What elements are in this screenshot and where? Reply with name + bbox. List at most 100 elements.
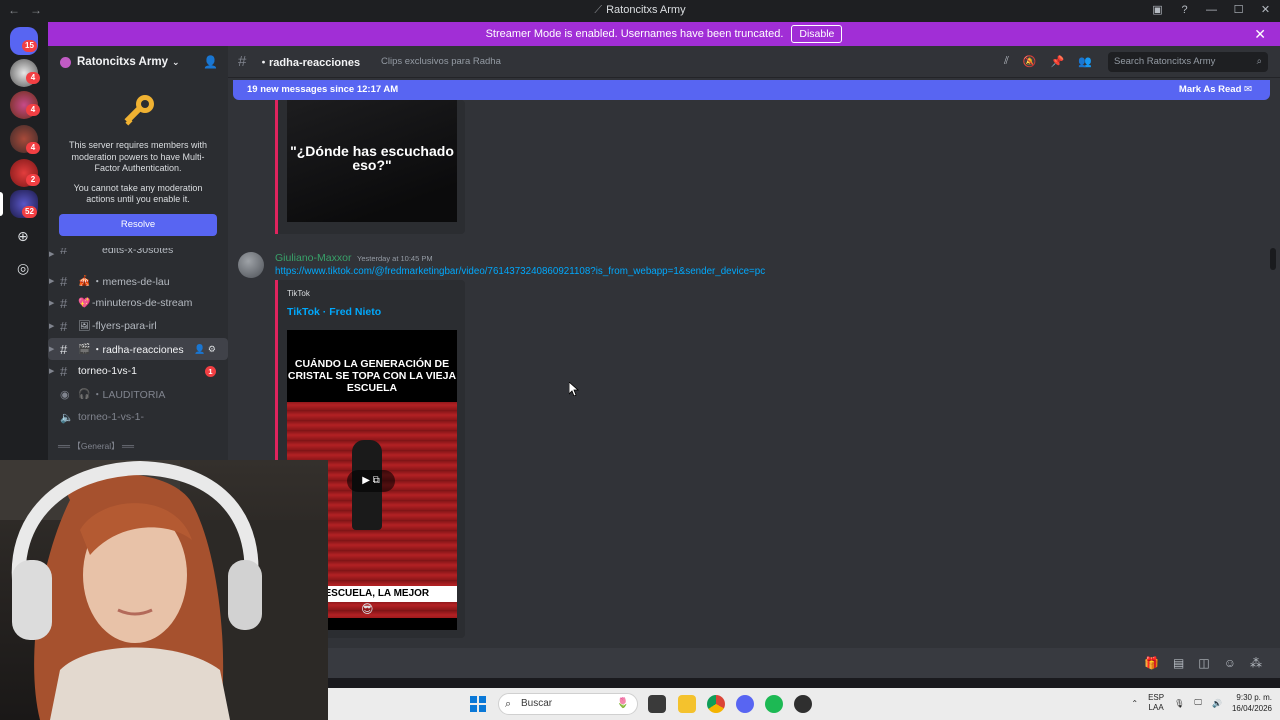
message-composer[interactable]: 🎁 ▤ ◫ ☺ ⁂ bbox=[228, 648, 1280, 678]
avatar[interactable] bbox=[238, 252, 264, 278]
apps-icon[interactable]: ⁂ bbox=[1250, 656, 1262, 670]
sticker-icon[interactable]: ◫ bbox=[1198, 656, 1209, 670]
network-icon[interactable]: 🖵 bbox=[1194, 698, 1202, 708]
notification-bell-icon[interactable]: 🔕 bbox=[1023, 55, 1037, 68]
chevron-down-icon: ⌄ bbox=[171, 56, 180, 67]
hash-icon: # bbox=[60, 295, 68, 311]
search-icon: ⌕ bbox=[1256, 56, 1262, 67]
server-header[interactable]: Ratoncitxs Army ⌄ 👤 bbox=[48, 46, 228, 78]
channel-header: # ・radha-reacciones Clips exclusivos par… bbox=[228, 46, 1280, 78]
channel-item[interactable]: ▶ # 🖼 -flyers-para-irl bbox=[48, 315, 228, 337]
maximize-icon[interactable]: ☐ bbox=[1232, 3, 1245, 16]
embed-image[interactable]: "¿Dónde has escuchado eso?" bbox=[287, 100, 457, 222]
mention-badge: 1 bbox=[205, 365, 216, 377]
chevron-up-icon[interactable]: ⌃ bbox=[1131, 699, 1138, 708]
chevron-right-icon: ▶ bbox=[49, 323, 55, 330]
embed-title[interactable]: TikTok · Fred Nieto bbox=[287, 306, 381, 318]
obs-icon[interactable] bbox=[794, 695, 812, 713]
title-bar: ← → ⟋ Ratoncitxs Army ▣ ? — ☐ ✕ bbox=[0, 0, 1280, 22]
chevron-right-icon: ▶ bbox=[49, 300, 55, 307]
speaker-icon: 🔈 bbox=[60, 411, 74, 424]
discover-icon[interactable]: ◎ bbox=[17, 260, 29, 277]
server-badge: 4 bbox=[26, 142, 40, 154]
hash-icon: # bbox=[60, 273, 68, 289]
help-icon[interactable]: ? bbox=[1178, 3, 1191, 16]
disable-button[interactable]: Disable bbox=[791, 25, 843, 43]
minimize-icon[interactable]: — bbox=[1205, 3, 1218, 16]
channel-item[interactable]: ▶ # edits-x-30sotes bbox=[48, 248, 228, 260]
channel-topic[interactable]: Clips exclusivos para Radha bbox=[381, 56, 501, 67]
embed-provider: TikTok bbox=[287, 289, 310, 298]
hash-icon: # bbox=[60, 363, 68, 379]
server-badge: 2 bbox=[26, 174, 40, 186]
search-input[interactable]: Search Ratoncitxs Army ⌕ bbox=[1108, 52, 1268, 72]
threads-icon[interactable]: ⫽ bbox=[1004, 55, 1009, 68]
mark-as-read-button[interactable]: Mark As Read ✉ bbox=[1179, 84, 1252, 95]
chrome-icon[interactable] bbox=[707, 695, 725, 713]
server-name: Ratoncitxs Army bbox=[77, 56, 168, 68]
channel-name: ・radha-reacciones bbox=[258, 56, 361, 69]
task-view-icon[interactable] bbox=[648, 695, 666, 713]
mouse-cursor-icon bbox=[569, 382, 579, 396]
channel-item[interactable]: ▶ # torneo-1vs-1 1 bbox=[48, 360, 228, 382]
hash-icon: # bbox=[238, 53, 247, 70]
play-button[interactable]: ▶ ⧉ bbox=[347, 470, 395, 492]
gift-icon[interactable]: 🎁 bbox=[1144, 656, 1159, 670]
previous-embed: "¿Dónde has escuchado eso?" bbox=[275, 100, 465, 234]
server-badge: 52 bbox=[22, 206, 37, 218]
chevron-right-icon: ▶ bbox=[49, 251, 55, 258]
channel-item[interactable]: ▶ # 🎪 ・memes-de-lau bbox=[48, 270, 228, 292]
search-icon: ⌕ bbox=[505, 698, 512, 710]
key-icon bbox=[124, 95, 154, 126]
chevron-right-icon: ▶ bbox=[49, 368, 55, 375]
discord-icon[interactable] bbox=[736, 695, 754, 713]
stage-channel-item[interactable]: ◉ 🎧 ・LAUDITORIA bbox=[48, 383, 228, 405]
file-explorer-icon[interactable] bbox=[678, 695, 696, 713]
windows-taskbar: ⌕ Buscar 🌷 ⌃ ESP LAA 🎙 🖵 🔊 9:30 p. m. 16/0… bbox=[328, 688, 1280, 720]
message-list: 19 new messages since 12:17 AM Mark As R… bbox=[228, 78, 1280, 660]
emoji-icon[interactable]: ☺ bbox=[1224, 656, 1236, 670]
close-window-icon[interactable]: ✕ bbox=[1259, 3, 1272, 16]
resolve-button[interactable]: Resolve bbox=[59, 213, 217, 236]
category-header[interactable]: ══ 【General】 ══ bbox=[58, 440, 134, 452]
mfa-notice: This server requires members with modera… bbox=[48, 78, 228, 256]
sunglasses-emoji: 😎 bbox=[361, 602, 374, 616]
inbox-icon[interactable]: ▣ bbox=[1151, 3, 1164, 16]
active-server-pill bbox=[0, 192, 3, 216]
streamer-mode-banner: Streamer Mode is enabled. Usernames have… bbox=[48, 22, 1280, 46]
volume-icon[interactable]: 🔊 bbox=[1212, 699, 1222, 708]
picture-emoji: 🖼 bbox=[78, 320, 91, 332]
message-link[interactable]: https://www.tiktok.com/@fredmarketingbar… bbox=[275, 266, 765, 277]
channel-settings-icon[interactable]: 👤 ⚙ bbox=[194, 344, 216, 355]
channel-item-active[interactable]: ▶ # 🎬 ・radha-reacciones 👤 ⚙ bbox=[48, 338, 228, 360]
mfa-warning: You cannot take any moderation actions u… bbox=[73, 182, 203, 205]
channel-item[interactable]: ▶ # 💖 -minuteros-de-stream bbox=[48, 292, 228, 314]
tulips-icon: 🌷 bbox=[616, 698, 629, 709]
taskbar-search-input[interactable]: ⌕ Buscar 🌷 bbox=[498, 693, 638, 715]
add-server-icon[interactable]: ⊕ bbox=[17, 228, 29, 245]
streamer-webcam-image bbox=[0, 460, 328, 720]
message-author[interactable]: Giuliano-Maxxor bbox=[275, 252, 351, 264]
spotify-icon[interactable] bbox=[765, 695, 783, 713]
start-icon[interactable] bbox=[470, 696, 486, 712]
thumbnail-headline: CUÁNDO LA GENERACIÓN DE CRISTAL SE TOPA … bbox=[287, 330, 457, 402]
member-list-icon[interactable]: 👥 bbox=[1078, 55, 1092, 68]
new-messages-bar[interactable]: 19 new messages since 12:17 AM Mark As R… bbox=[233, 80, 1270, 100]
scrollbar[interactable] bbox=[1270, 248, 1276, 270]
language-indicator[interactable]: ESP LAA bbox=[1148, 693, 1164, 713]
webcam-overlay bbox=[0, 460, 328, 720]
mfa-description: This server requires members with modera… bbox=[68, 140, 208, 173]
voice-channel-item[interactable]: 🔈 torneo-1-vs-1- bbox=[48, 406, 228, 428]
gif-icon[interactable]: ▤ bbox=[1173, 656, 1184, 670]
stage-icon: ◉ bbox=[60, 388, 70, 401]
close-icon[interactable]: ✕ bbox=[1254, 26, 1266, 43]
pin-icon[interactable]: 📌 bbox=[1051, 55, 1065, 68]
server-badge-icon bbox=[60, 56, 71, 68]
microphone-icon[interactable]: 🎙 bbox=[1174, 699, 1184, 708]
invite-people-icon[interactable]: 👤 bbox=[203, 55, 218, 69]
thread-icon: ⟋ bbox=[594, 4, 603, 16]
taskbar-clock[interactable]: 9:30 p. m. 16/04/2026 bbox=[1232, 692, 1272, 714]
hash-icon: # bbox=[60, 341, 68, 357]
tent-emoji: 🎪 bbox=[78, 275, 91, 287]
chevron-right-icon: ▶ bbox=[49, 346, 55, 353]
